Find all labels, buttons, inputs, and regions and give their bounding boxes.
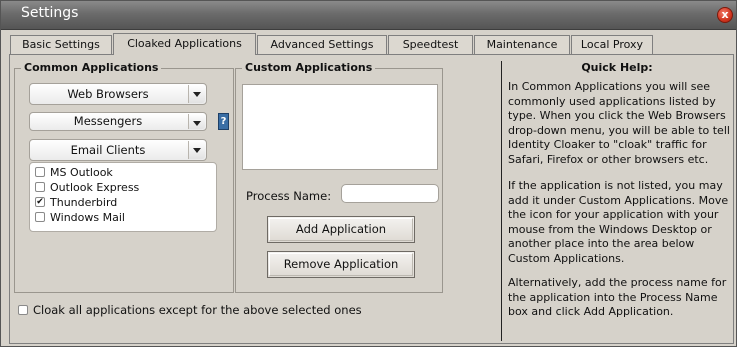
quick-help-title: Quick Help: bbox=[581, 61, 653, 74]
quick-help-paragraph: If the application is not listed, you ma… bbox=[508, 179, 729, 265]
chevron-down-icon bbox=[188, 114, 205, 129]
custom-applications-legend: Custom Applications bbox=[242, 61, 376, 74]
chevron-down-icon bbox=[188, 141, 205, 159]
tab-local-proxy[interactable]: Local Proxy bbox=[571, 35, 653, 54]
quick-help-paragraph: Alternatively, add the process name for … bbox=[508, 276, 727, 318]
cloak-all-option[interactable]: Cloak all applications except for the ab… bbox=[18, 303, 362, 317]
common-applications-legend: Common Applications bbox=[21, 61, 162, 74]
list-item[interactable]: ✔ Thunderbird bbox=[35, 196, 117, 210]
common-applications-group: Common Applications Web Browsers Messeng… bbox=[14, 61, 234, 293]
tab-advanced-settings[interactable]: Advanced Settings bbox=[257, 35, 387, 54]
checkbox[interactable]: ✔ bbox=[35, 197, 45, 207]
custom-applications-group: Custom Applications Process Name: Add Ap… bbox=[235, 61, 443, 293]
tab-maintenance[interactable]: Maintenance bbox=[474, 35, 570, 54]
close-button[interactable]: x bbox=[717, 7, 733, 23]
process-name-label: Process Name: bbox=[246, 189, 332, 203]
add-application-button[interactable]: Add Application bbox=[267, 216, 415, 243]
cloak-all-label: Cloak all applications except for the ab… bbox=[33, 303, 362, 317]
messengers-dropdown[interactable]: Messengers bbox=[29, 112, 207, 131]
help-icon[interactable]: ? bbox=[218, 113, 229, 130]
custom-applications-drop-area[interactable] bbox=[242, 84, 438, 170]
close-icon: x bbox=[721, 8, 729, 21]
checkbox[interactable] bbox=[35, 167, 45, 177]
list-item[interactable]: MS Outlook bbox=[35, 166, 113, 180]
remove-application-button[interactable]: Remove Application bbox=[267, 251, 415, 278]
checkbox[interactable] bbox=[35, 212, 45, 222]
tab-basic-settings[interactable]: Basic Settings bbox=[10, 35, 112, 54]
chevron-down-icon bbox=[188, 85, 205, 103]
checkbox[interactable] bbox=[35, 182, 45, 192]
process-name-input[interactable] bbox=[341, 184, 439, 203]
web-browsers-dropdown[interactable]: Web Browsers bbox=[29, 83, 207, 105]
tab-panel: Common Applications Web Browsers Messeng… bbox=[9, 54, 734, 344]
email-clients-list: MS Outlook Outlook Express ✔ Thunderbird … bbox=[29, 162, 217, 232]
tab-cloaked-applications[interactable]: Cloaked Applications bbox=[113, 33, 256, 55]
tab-speedtest[interactable]: Speedtest bbox=[388, 35, 473, 54]
window-title: Settings bbox=[21, 5, 79, 21]
cloak-all-checkbox[interactable] bbox=[18, 304, 28, 315]
list-item[interactable]: Windows Mail bbox=[35, 211, 125, 225]
list-item[interactable]: Outlook Express bbox=[35, 181, 139, 195]
settings-window: Settings x Basic Settings Cloaked Applic… bbox=[0, 0, 737, 347]
title-bar: Settings x bbox=[1, 1, 736, 30]
quick-help-paragraph: In Common Applications you will see comm… bbox=[508, 80, 730, 166]
divider bbox=[501, 61, 502, 341]
email-clients-dropdown[interactable]: Email Clients bbox=[29, 139, 207, 161]
